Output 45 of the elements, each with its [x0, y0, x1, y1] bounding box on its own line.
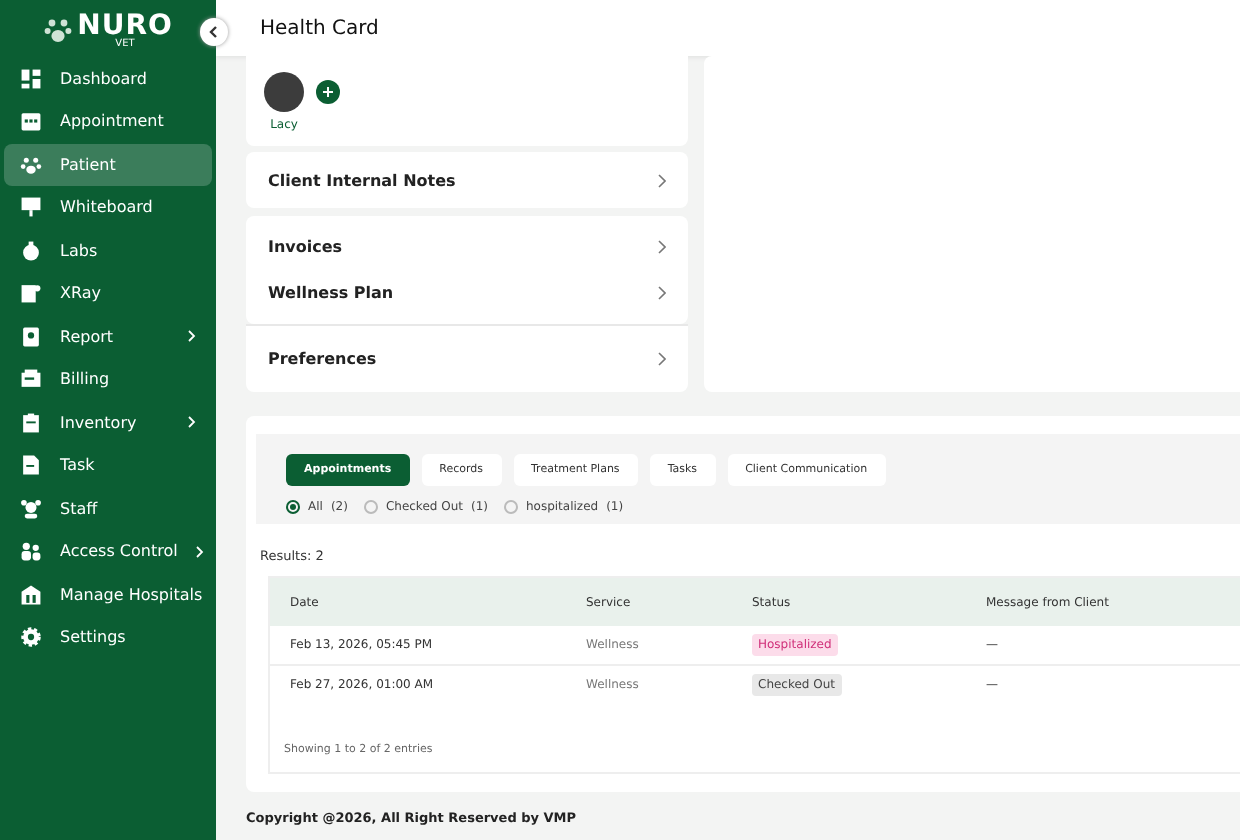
gear-icon [20, 626, 42, 649]
sidebar-item[interactable]: Labs [4, 230, 212, 271]
document-icon [20, 454, 42, 477]
radio-button[interactable] [503, 500, 518, 514]
monitor-icon [20, 196, 42, 219]
chevron-right-icon [658, 173, 666, 187]
grid-icon [20, 67, 42, 90]
sidebar-item[interactable]: Task [4, 445, 212, 486]
menu-item[interactable]: Preferences [268, 336, 666, 382]
sidebar-item[interactable]: XRay [4, 273, 212, 314]
team-icon [20, 497, 42, 520]
chevron-right-icon [658, 286, 666, 300]
menu-item[interactable]: Invoices [268, 224, 666, 270]
sidebar-item[interactable]: Access Control [4, 531, 212, 572]
chevron-right-icon [658, 352, 666, 366]
clipboard-icon [20, 411, 42, 434]
sidebar-item[interactable]: Whiteboard [4, 187, 212, 228]
building-icon [20, 583, 42, 606]
menu-item[interactable]: Wellness Plan [268, 270, 666, 316]
add-pet-button[interactable] [316, 80, 340, 104]
collapse-button[interactable] [200, 18, 228, 46]
paw-logo-icon [43, 16, 72, 44]
calendar-icon [20, 110, 42, 133]
sidebar-item[interactable]: Inventory [4, 402, 212, 443]
chevron-left-icon [208, 26, 220, 38]
plus-icon [322, 86, 334, 98]
sidebar-item[interactable]: Manage Hospitals [4, 574, 212, 615]
logo-title: NURO [77, 11, 173, 39]
sidebar-item[interactable]: Billing [4, 359, 212, 400]
flask-icon [20, 239, 42, 262]
radio-button[interactable] [286, 500, 300, 514]
radio-button[interactable] [363, 500, 378, 514]
paw-icon [20, 153, 42, 176]
sidebar-item[interactable]: Report [4, 316, 212, 357]
people-icon [20, 540, 42, 563]
sidebar-item[interactable]: Patient [4, 144, 212, 185]
menu-item[interactable]: Client Internal Notes [268, 152, 666, 208]
pet-avatar[interactable] [264, 72, 304, 112]
sidebar-item[interactable]: Staff [4, 488, 212, 529]
sidebar-item[interactable]: Appointment [4, 101, 212, 142]
report-icon [20, 325, 42, 348]
chevron-right-icon [658, 240, 666, 254]
page-title: Health Card [216, 0, 1240, 56]
sidebar-item[interactable]: Settings [4, 617, 212, 658]
sidebar-item[interactable]: Dashboard [4, 58, 212, 99]
